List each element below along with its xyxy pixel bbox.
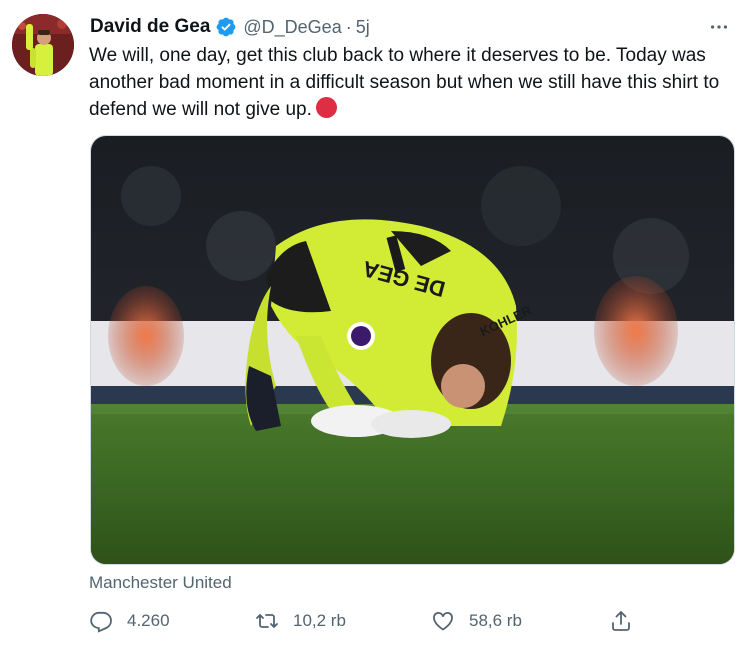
reply-icon	[90, 611, 112, 633]
photo-image: DE GEA KOHLER	[91, 136, 734, 564]
avatar[interactable]	[12, 14, 74, 76]
share-button[interactable]	[609, 606, 633, 636]
retweet-button[interactable]: 10,2 rb	[255, 606, 346, 636]
tweet-timestamp[interactable]: 5j	[356, 17, 370, 38]
heart-icon	[433, 611, 453, 631]
tweet[interactable]: David de Gea @D_DeGea · 5j We will, one …	[0, 0, 750, 648]
like-button[interactable]: 58,6 rb	[431, 606, 522, 636]
header-separator: ·	[345, 16, 352, 37]
red-circle-emoji	[315, 97, 337, 118]
tweet-photo[interactable]: DE GEA KOHLER	[90, 135, 735, 565]
action-bar: 4.260 10,2 rb 58,6 rb	[89, 606, 649, 636]
reply-count: 4.260	[127, 611, 170, 630]
retweet-icon	[256, 614, 278, 628]
share-icon	[612, 611, 630, 631]
tweet-text: We will, one day, get this club back to …	[89, 42, 739, 123]
like-count: 58,6 rb	[469, 611, 522, 630]
tweet-header: David de Gea @D_DeGea · 5j	[90, 14, 370, 40]
reply-button[interactable]: 4.260	[89, 606, 170, 636]
tweet-text-content: We will, one day, get this club back to …	[89, 45, 720, 120]
verified-badge-icon	[216, 17, 236, 37]
more-icon[interactable]	[706, 14, 732, 40]
author-handle[interactable]: @D_DeGea	[243, 17, 341, 38]
location-label[interactable]: Manchester United	[89, 573, 232, 593]
author-name[interactable]: David de Gea	[90, 16, 210, 38]
retweet-count: 10,2 rb	[293, 611, 346, 630]
